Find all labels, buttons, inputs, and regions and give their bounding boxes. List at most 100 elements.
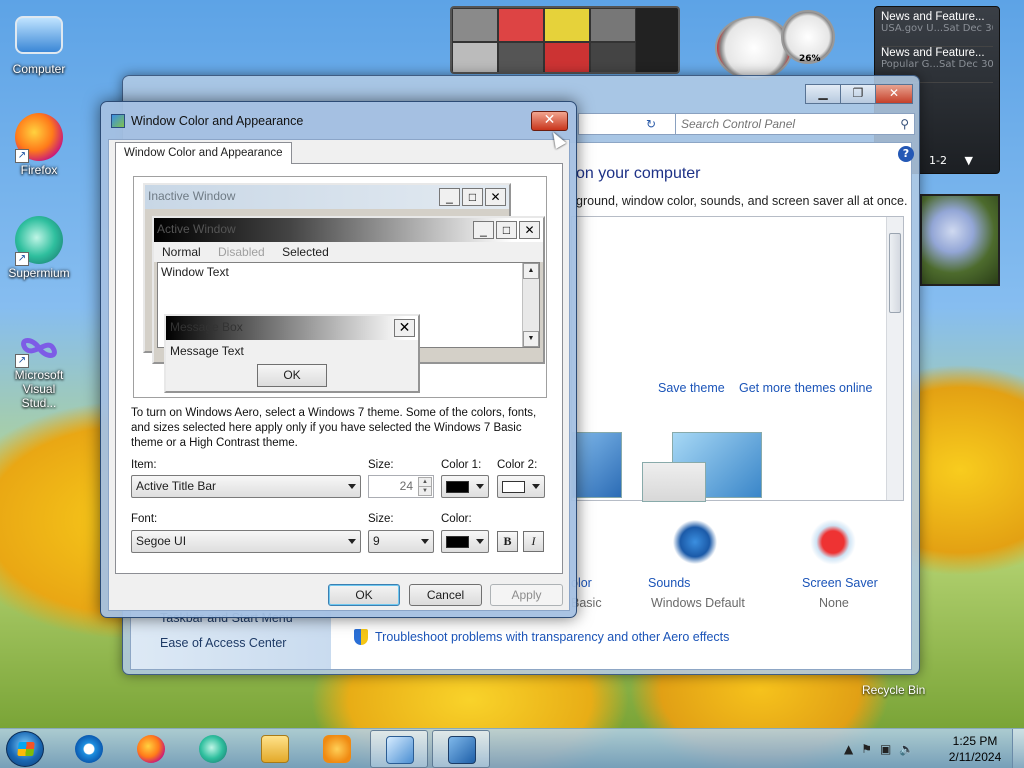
dropdown-arrow-icon — [348, 484, 356, 489]
feed-item-date: Sat Dec 30 — [943, 23, 993, 34]
close-icon: ✕ — [485, 188, 506, 206]
page-description: ground, window color, sounds, and screen… — [576, 194, 908, 208]
item-label: Item: — [131, 459, 157, 471]
system-tray: ▲ ⚑ ▣ 🔈 — [840, 729, 918, 768]
desktop-icon-computer[interactable]: Computer — [0, 12, 78, 76]
show-hidden-icons-icon[interactable]: ▲ — [844, 742, 853, 756]
start-button[interactable] — [6, 731, 44, 767]
search-input[interactable] — [676, 114, 886, 134]
get-more-themes-link[interactable]: Get more themes online — [739, 381, 872, 395]
taskbar-supermium[interactable] — [184, 730, 242, 768]
screen-saver-icon[interactable] — [807, 516, 859, 568]
close-button[interactable]: ✕ — [875, 84, 913, 104]
item-size-label: Size: — [368, 459, 394, 471]
aero-info-text: To turn on Windows Aero, select a Window… — [131, 407, 537, 449]
sounds-link[interactable]: Sounds — [648, 576, 690, 590]
link-ease-of-access[interactable]: Ease of Access Center — [160, 636, 286, 650]
font-select[interactable]: Segoe UI — [131, 530, 361, 553]
help-icon[interactable]: ? — [898, 146, 914, 162]
preview-scrollbar: ▲ ▼ — [522, 263, 539, 347]
taskbar-file-explorer[interactable] — [246, 730, 304, 768]
feed-next-icon[interactable]: ▼ — [964, 154, 972, 167]
active-window-title: Active Window — [157, 222, 236, 236]
menu-normal: Normal — [162, 245, 201, 259]
volume-muted-icon[interactable]: 🔈 — [899, 742, 914, 756]
dropdown-arrow-icon — [476, 484, 484, 489]
troubleshoot-aero-link[interactable]: Troubleshoot problems with transparency … — [375, 630, 729, 644]
clock-date: 2/11/2024 — [948, 750, 1002, 764]
firefox-icon: ↗ — [15, 113, 63, 163]
font-color-label: Color: — [441, 513, 472, 525]
spin-down-icon[interactable]: ▼ — [418, 486, 432, 496]
supermium-icon: ↗ — [15, 216, 63, 266]
maximize-button[interactable]: ❐ — [840, 84, 876, 104]
themes-scrollbar[interactable] — [886, 217, 903, 500]
tab-window-color-appearance[interactable]: Window Color and Appearance — [115, 142, 292, 164]
cpu-meter-gadget[interactable]: 26% — [715, 10, 835, 80]
cancel-button[interactable]: Cancel — [409, 584, 482, 606]
dropdown-arrow-icon — [532, 484, 540, 489]
scroll-down-icon: ▼ — [523, 331, 539, 347]
screen-saver-sub: None — [819, 596, 849, 610]
desktop-icon-visual-studio[interactable]: ↗ Microsoft Visual Stud... — [0, 330, 78, 410]
action-center-flag-icon[interactable]: ⚑ — [861, 742, 872, 756]
italic-button[interactable]: I — [523, 531, 544, 552]
window-controls: ▁ ❐ ✕ — [805, 84, 913, 104]
show-desktop-button[interactable] — [1012, 729, 1024, 768]
search-icon[interactable]: ⚲ — [900, 117, 909, 131]
taskbar-control-panel[interactable] — [370, 730, 428, 768]
recycle-bin-label[interactable]: Recycle Bin — [862, 683, 925, 697]
ok-button[interactable]: OK — [328, 584, 400, 606]
search-box[interactable]: ⚲ — [675, 113, 915, 135]
minimize-button[interactable]: ▁ — [805, 84, 841, 104]
taskbar-firefox[interactable] — [122, 730, 180, 768]
theme-thumbnail-selected[interactable] — [642, 462, 706, 502]
font-label: Font: — [131, 513, 158, 525]
item-size-spinner[interactable]: 24 ▲ ▼ — [368, 475, 434, 498]
refresh-icon[interactable]: ↻ — [641, 114, 661, 134]
themes-list[interactable]: Save theme Get more themes online — [571, 216, 904, 502]
scroll-thumb[interactable] — [889, 233, 901, 313]
save-theme-link[interactable]: Save theme — [658, 381, 725, 395]
font-size-select[interactable]: 9 — [368, 530, 434, 553]
apply-button[interactable]: Apply — [490, 584, 563, 606]
color1-picker[interactable] — [441, 475, 489, 498]
screen-saver-link[interactable]: Screen Saver — [802, 576, 878, 590]
feed-item[interactable]: News and Feature... USA.gov U... Sat Dec … — [881, 11, 993, 47]
font-color-picker[interactable] — [441, 530, 489, 553]
firefox-icon — [137, 735, 165, 763]
taskbar-personalization[interactable] — [432, 730, 490, 768]
media-player-icon — [323, 735, 351, 763]
supermium-icon — [199, 735, 227, 763]
color2-swatch — [502, 481, 525, 493]
network-icon[interactable]: ▣ — [880, 742, 891, 756]
bold-button[interactable]: B — [497, 531, 518, 552]
dialog-close-button[interactable]: ✕ — [531, 111, 568, 131]
message-box-preview[interactable]: Message Box ✕ Message Text OK — [164, 314, 420, 393]
page-title: on your computer — [576, 165, 701, 182]
feed-page-nav[interactable]: 1-2 ▼ — [929, 154, 973, 167]
feed-item-title: News and Feature... — [881, 11, 985, 23]
inactive-titlebar: Inactive Window _ □ ✕ — [145, 185, 509, 209]
item-select[interactable]: Active Title Bar — [131, 475, 361, 498]
theme-thumbnail[interactable] — [572, 432, 622, 498]
shortcut-arrow-icon: ↗ — [15, 354, 29, 368]
window-color-dialog[interactable]: Window Color and Appearance ✕ Window Col… — [100, 101, 577, 618]
taskbar-media-player[interactable] — [308, 730, 366, 768]
sounds-icon[interactable] — [669, 516, 721, 568]
desktop-icon-firefox[interactable]: ↗ Firefox — [0, 113, 78, 177]
slide-puzzle-gadget[interactable] — [450, 6, 680, 74]
color2-picker[interactable] — [497, 475, 545, 498]
taskbar-clock[interactable]: 1:25 PM 2/11/2024 — [944, 733, 1006, 765]
desktop-icon-label: Microsoft Visual Stud... — [14, 368, 64, 410]
control-panel-icon — [386, 736, 414, 764]
message-box-title: Message Box — [170, 320, 243, 334]
slideshow-gadget[interactable] — [920, 194, 1000, 286]
sounds-sub: Windows Default — [651, 596, 745, 610]
appearance-preview[interactable]: Inactive Window _ □ ✕ Active Window _ □ ✕ — [133, 176, 547, 398]
minimize-icon: _ — [473, 221, 494, 239]
font-color-swatch — [446, 536, 469, 548]
desktop-icon-supermium[interactable]: ↗ Supermium — [0, 216, 78, 280]
taskbar-internet-explorer[interactable] — [60, 730, 118, 768]
feed-page-indicator: 1-2 — [929, 154, 947, 167]
